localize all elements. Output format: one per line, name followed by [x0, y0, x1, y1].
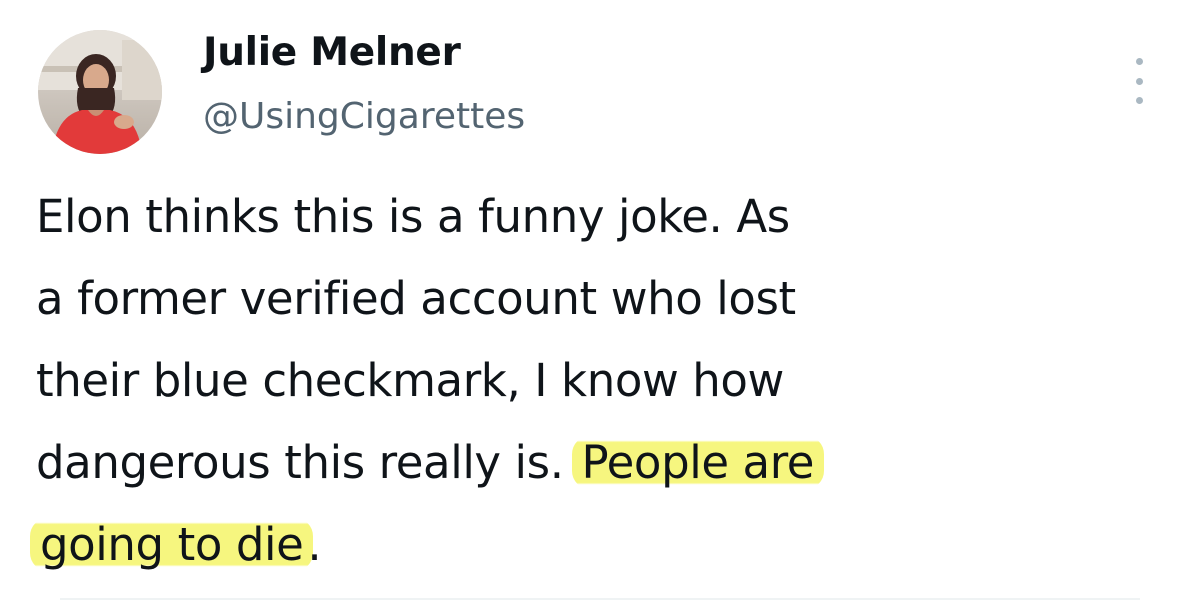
tweet-line-text: dangerous this really is. — [36, 436, 578, 489]
tweet-line: a former verified account who lost — [36, 258, 1116, 340]
more-dots-icon — [1135, 77, 1143, 85]
more-dots-icon — [1135, 58, 1143, 65]
more-options-button[interactable] — [1126, 58, 1152, 104]
tweet-line-text: . — [307, 518, 322, 571]
tweet-line: their blue checkmark, I know how — [36, 340, 1116, 422]
user-handle[interactable]: @UsingCigarettes — [203, 96, 525, 137]
tweet-line-text: a former verified account who lost — [36, 272, 796, 325]
highlighted-text: People are — [571, 436, 825, 489]
highlighted-text: going to die — [30, 518, 314, 571]
tweet-line: dangerous this really is. People are — [36, 422, 1116, 504]
avatar[interactable] — [38, 30, 162, 154]
more-dots-icon — [1135, 97, 1143, 104]
tweet-line: Elon thinks this is a funny joke. As — [36, 176, 1116, 258]
tweet-text: Elon thinks this is a funny joke. As a f… — [30, 176, 1116, 586]
tweet-card[interactable]: Julie Melner @UsingCigarettes Elon think… — [0, 0, 1200, 604]
tweet-line: going to die. — [30, 504, 1116, 586]
display-name[interactable]: Julie Melner — [203, 30, 461, 75]
profile-photo — [38, 30, 162, 154]
divider — [60, 598, 1140, 600]
tweet-line-text: their blue checkmark, I know how — [36, 354, 784, 407]
tweet-line-text: Elon thinks this is a funny joke. As — [36, 190, 790, 243]
